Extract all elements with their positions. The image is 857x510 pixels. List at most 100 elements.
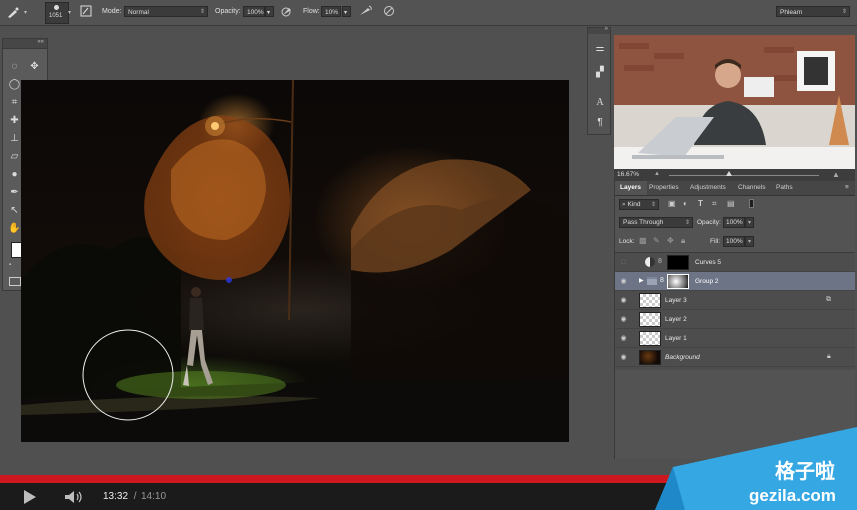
eraser-icon[interactable]: ▱ <box>7 149 22 164</box>
brush-preset-dropdown-icon[interactable]: ▾ <box>68 9 71 16</box>
layer-name[interactable]: Layer 3 <box>665 297 687 304</box>
tab-paths[interactable]: Paths <box>776 181 793 195</box>
blur-icon[interactable]: ● <box>7 167 22 182</box>
adjustments-sliders-icon[interactable]: ⚌ <box>593 42 607 56</box>
layer-list: □ 8 Curves 5 ◉ ▶ 8 Group 2 ◉ Layer 3 ⧉ ◉… <box>615 252 855 370</box>
options-bar: ▾ 1051 ▾ Mode: Normal ⇕ Opacity: 100% ▾ F… <box>0 0 857 26</box>
visibility-toggle[interactable]: □ <box>619 258 628 267</box>
blend-mode-select[interactable]: Pass Through ⇕ <box>619 217 693 228</box>
watermark-url: gezila.com <box>749 486 836 505</box>
lock-transparent-icon[interactable]: ▩ <box>639 236 647 245</box>
brush-tip-icon <box>54 5 59 10</box>
panel-menu-icon[interactable]: ≡ <box>845 181 849 195</box>
mask-link-icon[interactable]: 8 <box>660 277 664 284</box>
lock-all-icon[interactable]: 🔒︎ <box>681 236 685 246</box>
tab-channels[interactable]: Channels <box>738 181 765 195</box>
fill-dropdown[interactable]: ▾ <box>745 236 754 247</box>
panel-tab-bar: Layers Properties Adjustments Channels P… <box>615 181 855 196</box>
tools-panel-header[interactable]: «« <box>3 39 47 49</box>
opacity-dropdown[interactable]: ▾ <box>265 6 274 17</box>
zoom-value[interactable]: 16.67% <box>617 171 639 178</box>
expand-arrow-icon[interactable]: ▶ <box>639 277 644 284</box>
fill-input[interactable]: 100% <box>723 236 745 247</box>
group-mask-thumbnail[interactable] <box>667 274 689 289</box>
volume-icon[interactable] <box>64 490 84 509</box>
eye-icon[interactable]: ◉ <box>619 334 628 343</box>
tab-adjustments[interactable]: Adjustments <box>690 181 726 195</box>
pixel-filter-icon[interactable]: ▣ <box>668 199 676 208</box>
layers-panel: Layers Properties Adjustments Channels P… <box>614 181 855 459</box>
move-icon[interactable]: ✥ <box>27 59 42 74</box>
workspace-select[interactable]: Phlearn ⇕ <box>776 6 850 17</box>
type-filter-icon[interactable]: T <box>698 199 703 208</box>
lock-position-icon[interactable]: ✥ <box>667 236 674 245</box>
flow-input[interactable]: 10% <box>321 6 341 17</box>
layer-opacity-dropdown[interactable]: ▾ <box>745 217 754 228</box>
brush-tool-icon[interactable] <box>6 5 20 19</box>
layer-name[interactable]: Layer 1 <box>665 335 687 342</box>
layer-comps-icon[interactable]: ▞ <box>593 66 607 80</box>
tab-layers[interactable]: Layers <box>620 181 641 195</box>
tab-properties[interactable]: Properties <box>649 181 679 195</box>
pen-icon[interactable]: ✒ <box>7 185 22 200</box>
zoom-slider-thumb[interactable] <box>726 171 732 176</box>
eye-icon[interactable]: ◉ <box>619 315 628 324</box>
layer-mask-thumbnail[interactable] <box>667 255 689 270</box>
zoom-out-icon[interactable]: ▲ <box>654 171 660 177</box>
stamp-icon[interactable]: ⊥ <box>7 131 22 146</box>
eye-icon[interactable]: ◉ <box>619 353 628 362</box>
lasso-icon[interactable]: ◯ <box>7 77 22 92</box>
hand-icon[interactable]: ✋ <box>7 221 22 236</box>
layer-name[interactable]: Curves 5 <box>695 259 721 266</box>
layer-name[interactable]: Layer 2 <box>665 316 687 323</box>
default-colors-icon[interactable]: ▪ <box>9 262 11 268</box>
mode-select[interactable]: Normal ⇕ <box>124 6 208 17</box>
pressure-size-icon[interactable] <box>382 5 396 19</box>
layer-row-layer-3[interactable]: ◉ Layer 3 ⧉ <box>615 291 855 310</box>
layer-name[interactable]: Group 2 <box>695 278 719 285</box>
flow-dropdown[interactable]: ▾ <box>342 6 351 17</box>
kind-filter-select[interactable]: ⌕ Kind ⇕ <box>619 199 659 210</box>
opacity-input[interactable]: 100% <box>243 6 265 17</box>
filter-toggle[interactable] <box>749 199 754 208</box>
quick-mask-icon[interactable] <box>9 277 21 286</box>
adjustment-filter-icon[interactable]: ◐ <box>683 199 688 208</box>
path-select-icon[interactable]: ↖ <box>7 203 22 218</box>
layer-thumbnail <box>639 350 661 365</box>
paragraph-icon[interactable]: ¶ <box>593 116 607 130</box>
character-icon[interactable]: A <box>593 96 607 110</box>
document-canvas[interactable] <box>21 80 569 442</box>
healing-icon[interactable]: ✚ <box>7 113 22 128</box>
brush-size: 1051 <box>49 13 63 19</box>
lock-image-icon[interactable]: ✎ <box>653 236 660 245</box>
search-icon: ⌕ <box>622 201 626 208</box>
smart-object-filter-icon[interactable]: ▤ <box>727 199 735 208</box>
layer-row-layer-2[interactable]: ◉ Layer 2 <box>615 310 855 329</box>
layer-name[interactable]: Background <box>665 354 700 361</box>
layer-row-background[interactable]: ◉ Background 🔒︎ <box>615 348 855 367</box>
current-time: 13:32 <box>103 491 129 502</box>
crop-icon[interactable]: ⌗ <box>7 95 22 110</box>
play-icon[interactable] <box>24 490 36 504</box>
layer-row-group-2[interactable]: ◉ ▶ 8 Group 2 <box>615 272 855 291</box>
zoom-in-icon[interactable]: ▲ <box>832 170 840 179</box>
expand-icon[interactable]: » <box>605 26 608 32</box>
marquee-icon[interactable]: ◌ <box>7 59 22 74</box>
eye-icon[interactable]: ◉ <box>619 277 628 286</box>
layer-opacity-input[interactable]: 100% <box>723 217 745 228</box>
airbrush-icon[interactable] <box>359 5 373 19</box>
curves-adjustment-icon <box>645 257 655 267</box>
tool-preset-dropdown-icon[interactable]: ▾ <box>24 9 27 16</box>
zoom-slider[interactable] <box>669 175 819 176</box>
eye-icon[interactable]: ◉ <box>619 296 628 305</box>
brush-preset-picker[interactable]: 1051 <box>45 2 69 24</box>
brush-panel-toggle-icon[interactable] <box>79 5 93 19</box>
collapse-icon[interactable]: «« <box>37 39 44 45</box>
pressure-opacity-icon[interactable] <box>280 5 294 19</box>
presenter-video <box>614 35 855 169</box>
layer-row-layer-1[interactable]: ◉ Layer 1 <box>615 329 855 348</box>
icon-strip-header[interactable]: » <box>588 26 610 34</box>
mask-link-icon[interactable]: 8 <box>658 258 662 265</box>
layer-row-curves-5[interactable]: □ 8 Curves 5 <box>615 253 855 272</box>
shape-filter-icon[interactable]: ⌗ <box>712 199 717 209</box>
